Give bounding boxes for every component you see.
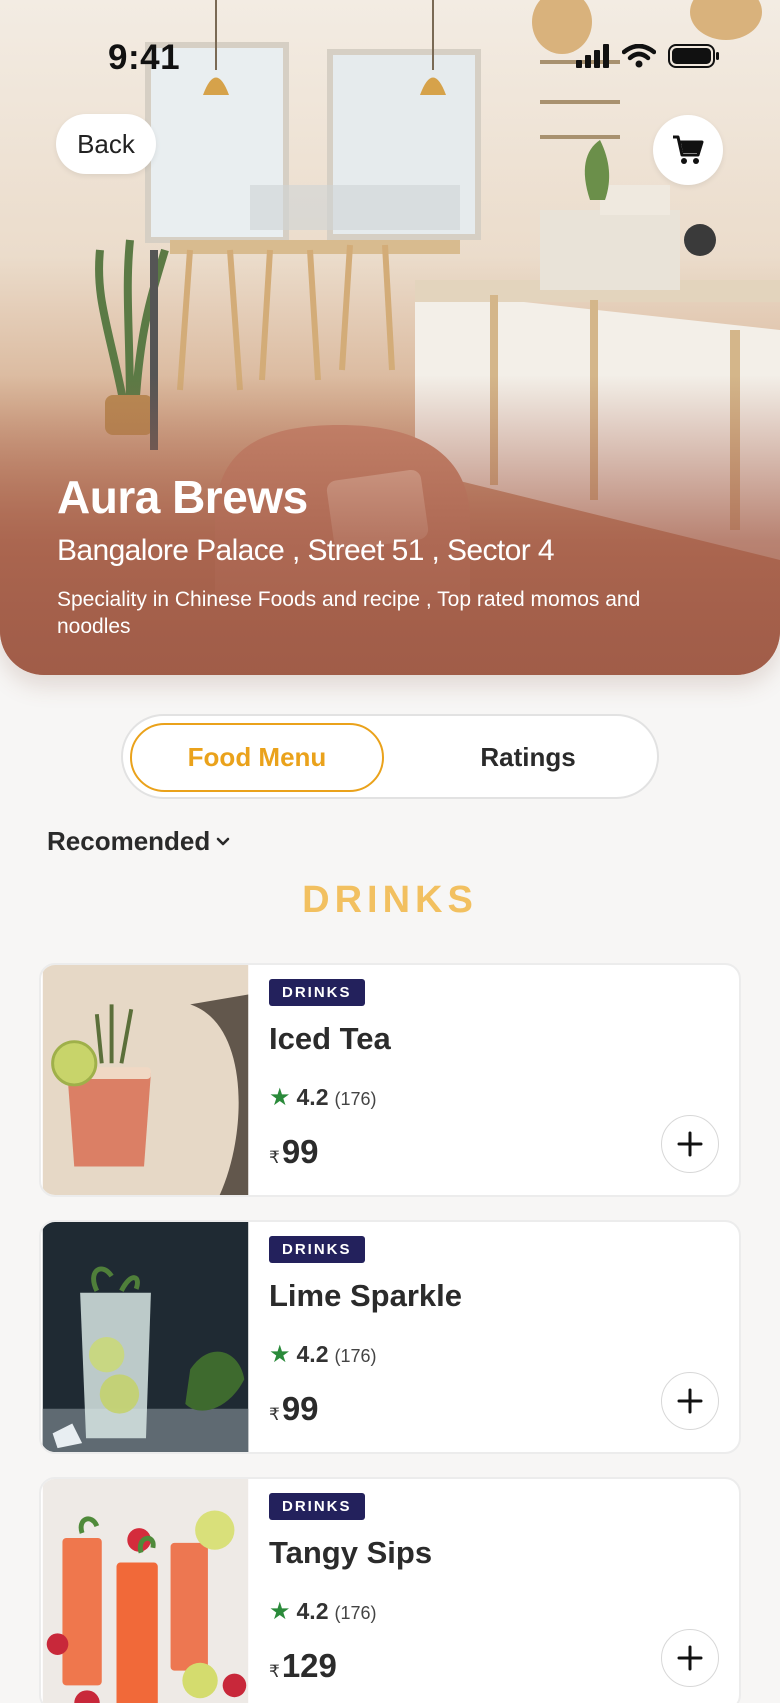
rating-count: (176) [334, 1089, 377, 1109]
restaurant-hero: 9:41 Back Aura Brews Bangalore Palace , … [0, 0, 780, 675]
restaurant-name: Aura Brews [57, 471, 308, 523]
price-amount: 99 [281, 1133, 319, 1170]
currency-symbol: ₹ [269, 1662, 280, 1681]
currency-symbol: ₹ [269, 1148, 280, 1167]
iced-tea-photo [42, 965, 249, 1195]
restaurant-description: Speciality in Chinese Foods and recipe ,… [57, 588, 641, 638]
star-icon: ★ [269, 1598, 291, 1625]
rating-count: (176) [334, 1346, 377, 1366]
tab-food-menu[interactable]: Food Menu [130, 723, 384, 792]
back-button[interactable]: Back [56, 114, 156, 174]
tangy-sips-photo [42, 1479, 249, 1703]
restaurant-info: Aura Brews Bangalore Palace , Street 51 … [57, 470, 697, 640]
currency-symbol: ₹ [269, 1405, 280, 1424]
restaurant-address: Bangalore Palace , Street 51 , Sector 4 [57, 534, 555, 567]
item-name: Tangy Sips [269, 1535, 433, 1570]
rating-value: 4.2 [296, 1341, 329, 1367]
item-rating: ★ 4.2 (176) [269, 1597, 377, 1626]
sort-label: Recomended [47, 826, 211, 856]
item-name: Iced Tea [269, 1021, 391, 1056]
menu-item-card[interactable]: DRINKS Lime Sparkle ★ 4.2 (176) ₹ 99 [39, 1220, 741, 1454]
wifi-icon [622, 44, 656, 68]
menu-item-card[interactable]: DRINKS Tangy Sips ★ 4.2 (176) ₹ 129 [39, 1477, 741, 1703]
item-price: ₹ 99 [269, 1133, 319, 1171]
star-icon: ★ [269, 1084, 291, 1111]
plus-icon [677, 1388, 703, 1414]
plus-icon [677, 1131, 703, 1157]
tab-ratings[interactable]: Ratings [413, 723, 643, 792]
section-title: DRINKS [302, 879, 478, 921]
rating-value: 4.2 [296, 1084, 329, 1110]
shopping-cart-icon [673, 135, 704, 164]
chevron-down-icon [216, 837, 230, 845]
item-name: Lime Sparkle [269, 1278, 462, 1313]
menu-item-card[interactable]: DRINKS Iced Tea ★ 4.2 (176) ₹ 99 [39, 963, 741, 1197]
menu-tabs: Food Menu Ratings [121, 714, 659, 799]
rating-value: 4.2 [296, 1598, 329, 1624]
item-rating: ★ 4.2 (176) [269, 1340, 377, 1369]
item-rating: ★ 4.2 (176) [269, 1083, 377, 1112]
cellular-signal-icon [576, 44, 609, 68]
add-to-cart-button[interactable] [661, 1629, 719, 1687]
plus-icon [677, 1645, 703, 1671]
rating-count: (176) [334, 1603, 377, 1623]
lime-sparkle-photo [42, 1222, 249, 1452]
item-price: ₹ 129 [269, 1647, 337, 1685]
star-icon: ★ [269, 1341, 291, 1368]
item-price: ₹ 99 [269, 1390, 319, 1428]
category-badge: DRINKS [269, 1236, 365, 1263]
add-to-cart-button[interactable] [661, 1372, 719, 1430]
status-bar-icons [576, 44, 720, 68]
cart-button[interactable] [653, 115, 723, 185]
battery-icon [668, 44, 719, 68]
add-to-cart-button[interactable] [661, 1115, 719, 1173]
category-badge: DRINKS [269, 1493, 365, 1520]
price-amount: 99 [281, 1390, 319, 1427]
category-badge: DRINKS [269, 979, 365, 1006]
sort-dropdown[interactable]: Recomended [47, 826, 230, 857]
status-bar-time: 9:41 [108, 38, 181, 77]
price-amount: 129 [281, 1647, 337, 1684]
